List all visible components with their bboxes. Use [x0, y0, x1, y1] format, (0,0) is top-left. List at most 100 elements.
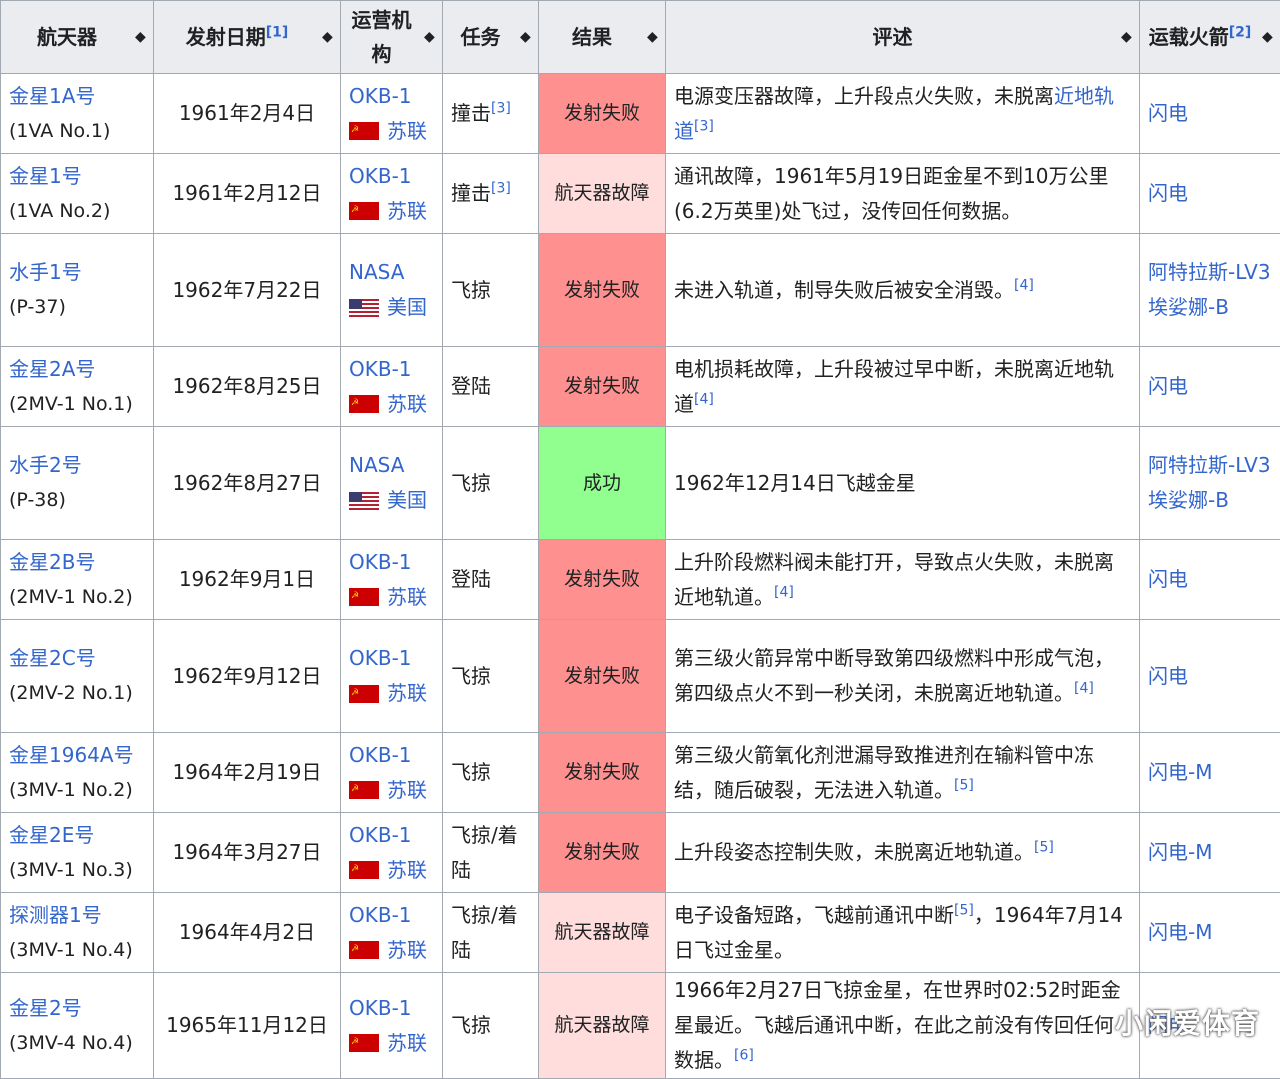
operator-link[interactable]: OKB-1: [349, 898, 434, 933]
spacecraft-designation: (3MV-1 No.3): [9, 853, 145, 888]
spacecraft-link[interactable]: 水手2号: [9, 448, 145, 483]
spacecraft-link[interactable]: 金星2B号: [9, 545, 145, 580]
rocket-link[interactable]: 闪电: [1148, 664, 1188, 688]
reference-link[interactable]: [4]: [1074, 680, 1094, 696]
result-cell: 航天器故障: [539, 154, 666, 234]
country-link[interactable]: 苏联: [387, 580, 427, 615]
reference-link[interactable]: [1]: [266, 24, 289, 40]
operator-cell: OKB-1苏联: [341, 733, 443, 813]
operator-link[interactable]: NASA: [349, 255, 434, 290]
country-link[interactable]: 苏联: [387, 114, 427, 149]
country-link[interactable]: 苏联: [387, 1026, 427, 1061]
table-row: 金星2C号(2MV-2 No.1)1962年9月12日OKB-1苏联飞掠发射失败…: [1, 620, 1280, 733]
country-link[interactable]: 苏联: [387, 853, 427, 888]
country-link[interactable]: 苏联: [387, 676, 427, 711]
rocket-link[interactable]: 阿特拉斯-LV3 埃娑娜-B: [1148, 453, 1271, 512]
usa-flag-icon: [349, 492, 379, 510]
spacecraft-link[interactable]: 金星2号: [9, 991, 145, 1026]
country-link[interactable]: 美国: [387, 483, 427, 518]
operator-link[interactable]: OKB-1: [349, 738, 434, 773]
header-spacecraft[interactable]: 航天器: [1, 1, 154, 74]
header-remarks[interactable]: 评述: [666, 1, 1140, 74]
spacecraft-cell: 金星2E号(3MV-1 No.3): [1, 813, 154, 893]
spacecraft-link[interactable]: 金星2E号: [9, 818, 145, 853]
sort-icon[interactable]: [520, 29, 530, 45]
remarks-text: 电源变压器故障，上升段点火失败，未脱离: [674, 84, 1054, 108]
sort-icon[interactable]: [424, 29, 434, 45]
reference-link[interactable]: [3]: [491, 180, 511, 196]
reference-link[interactable]: [4]: [774, 584, 794, 600]
rocket-link[interactable]: 闪电-M: [1148, 760, 1212, 784]
reference-link[interactable]: [5]: [1034, 839, 1054, 855]
sort-icon[interactable]: [1262, 29, 1272, 45]
operator-link[interactable]: OKB-1: [349, 159, 434, 194]
country: 苏联: [349, 676, 434, 711]
country-link[interactable]: 美国: [387, 290, 427, 325]
rocket-link[interactable]: 闪电: [1148, 101, 1188, 125]
rocket-link[interactable]: 闪电: [1148, 374, 1188, 398]
sort-icon[interactable]: [647, 29, 657, 45]
country-link[interactable]: 苏联: [387, 194, 427, 229]
reference-link[interactable]: [3]: [491, 100, 511, 116]
country: 美国: [349, 290, 434, 325]
reference-link[interactable]: [4]: [694, 391, 714, 407]
operator-link[interactable]: OKB-1: [349, 545, 434, 580]
spacecraft-link[interactable]: 水手1号: [9, 255, 145, 290]
sort-icon[interactable]: [1121, 29, 1131, 45]
rocket-link[interactable]: 闪电-M: [1148, 920, 1212, 944]
operator-link[interactable]: OKB-1: [349, 818, 434, 853]
mission-cell: 飞掠: [443, 973, 539, 1079]
spacecraft-link[interactable]: 金星1A号: [9, 79, 145, 114]
result-cell: 发射失败: [539, 540, 666, 620]
spacecraft-link[interactable]: 金星2C号: [9, 641, 145, 676]
spacecraft-link[interactable]: 金星1号: [9, 159, 145, 194]
table-row: 金星1A号(1VA No.1)1961年2月4日OKB-1苏联撞击[3]发射失败…: [1, 74, 1280, 154]
reference-link[interactable]: [5]: [954, 902, 974, 918]
header-mission[interactable]: 任务: [443, 1, 539, 74]
mission-cell: 撞击[3]: [443, 154, 539, 234]
country: 苏联: [349, 853, 434, 888]
table-row: 金星1号(1VA No.2)1961年2月12日OKB-1苏联撞击[3]航天器故…: [1, 154, 1280, 234]
operator-link[interactable]: OKB-1: [349, 352, 434, 387]
sort-icon[interactable]: [322, 29, 332, 45]
reference-link[interactable]: [5]: [954, 777, 974, 793]
spacecraft-designation: (P-38): [9, 483, 145, 518]
spacecraft-link[interactable]: 探测器1号: [9, 898, 145, 933]
spacecraft-cell: 水手1号(P-37): [1, 234, 154, 347]
spacecraft-designation: (2MV-1 No.1): [9, 387, 145, 422]
country-link[interactable]: 苏联: [387, 773, 427, 808]
header-result[interactable]: 结果: [539, 1, 666, 74]
remarks-text: 上升阶段燃料阀未能打开，导致点火失败，未脱离近地轨道。: [674, 550, 1114, 609]
reference-link[interactable]: [2]: [1229, 24, 1252, 40]
country-link[interactable]: 苏联: [387, 387, 427, 422]
operator-link[interactable]: NASA: [349, 448, 434, 483]
mission-type: 飞掠/着陆: [451, 903, 518, 962]
reference-link[interactable]: [3]: [694, 118, 714, 134]
operator-link[interactable]: OKB-1: [349, 641, 434, 676]
venus-missions-table: 航天器 发射日期[1] 运营机构 任务 结果 评述 运载火箭[2] 金星1A号(…: [0, 0, 1280, 1079]
reference-link[interactable]: [6]: [734, 1047, 754, 1063]
header-launch-date[interactable]: 发射日期[1]: [154, 1, 341, 74]
country: 苏联: [349, 933, 434, 968]
ussr-flag-icon: [349, 202, 379, 220]
operator-link[interactable]: OKB-1: [349, 79, 434, 114]
sort-icon[interactable]: [135, 29, 145, 45]
country-link[interactable]: 苏联: [387, 933, 427, 968]
operator-link[interactable]: OKB-1: [349, 991, 434, 1026]
launch-date-cell: 1961年2月12日: [154, 154, 341, 234]
rocket-link[interactable]: 闪电: [1148, 181, 1188, 205]
spacecraft-link[interactable]: 金星2A号: [9, 352, 145, 387]
usa-flag-icon: [349, 299, 379, 317]
spacecraft-link[interactable]: 金星1964A号: [9, 738, 145, 773]
rocket-link[interactable]: 闪电: [1148, 567, 1188, 591]
rocket-cell: 闪电: [1140, 154, 1280, 234]
reference-link[interactable]: [4]: [1014, 277, 1034, 293]
rocket-link[interactable]: 阿特拉斯-LV3 埃娑娜-B: [1148, 260, 1271, 319]
launch-date-cell: 1962年9月1日: [154, 540, 341, 620]
rocket-link[interactable]: 闪电-M: [1148, 840, 1212, 864]
country: 苏联: [349, 194, 434, 229]
header-carrier-rocket[interactable]: 运载火箭[2]: [1140, 1, 1280, 74]
mission-type: 撞击: [451, 101, 491, 125]
operator-cell: OKB-1苏联: [341, 893, 443, 973]
header-operator[interactable]: 运营机构: [341, 1, 443, 74]
